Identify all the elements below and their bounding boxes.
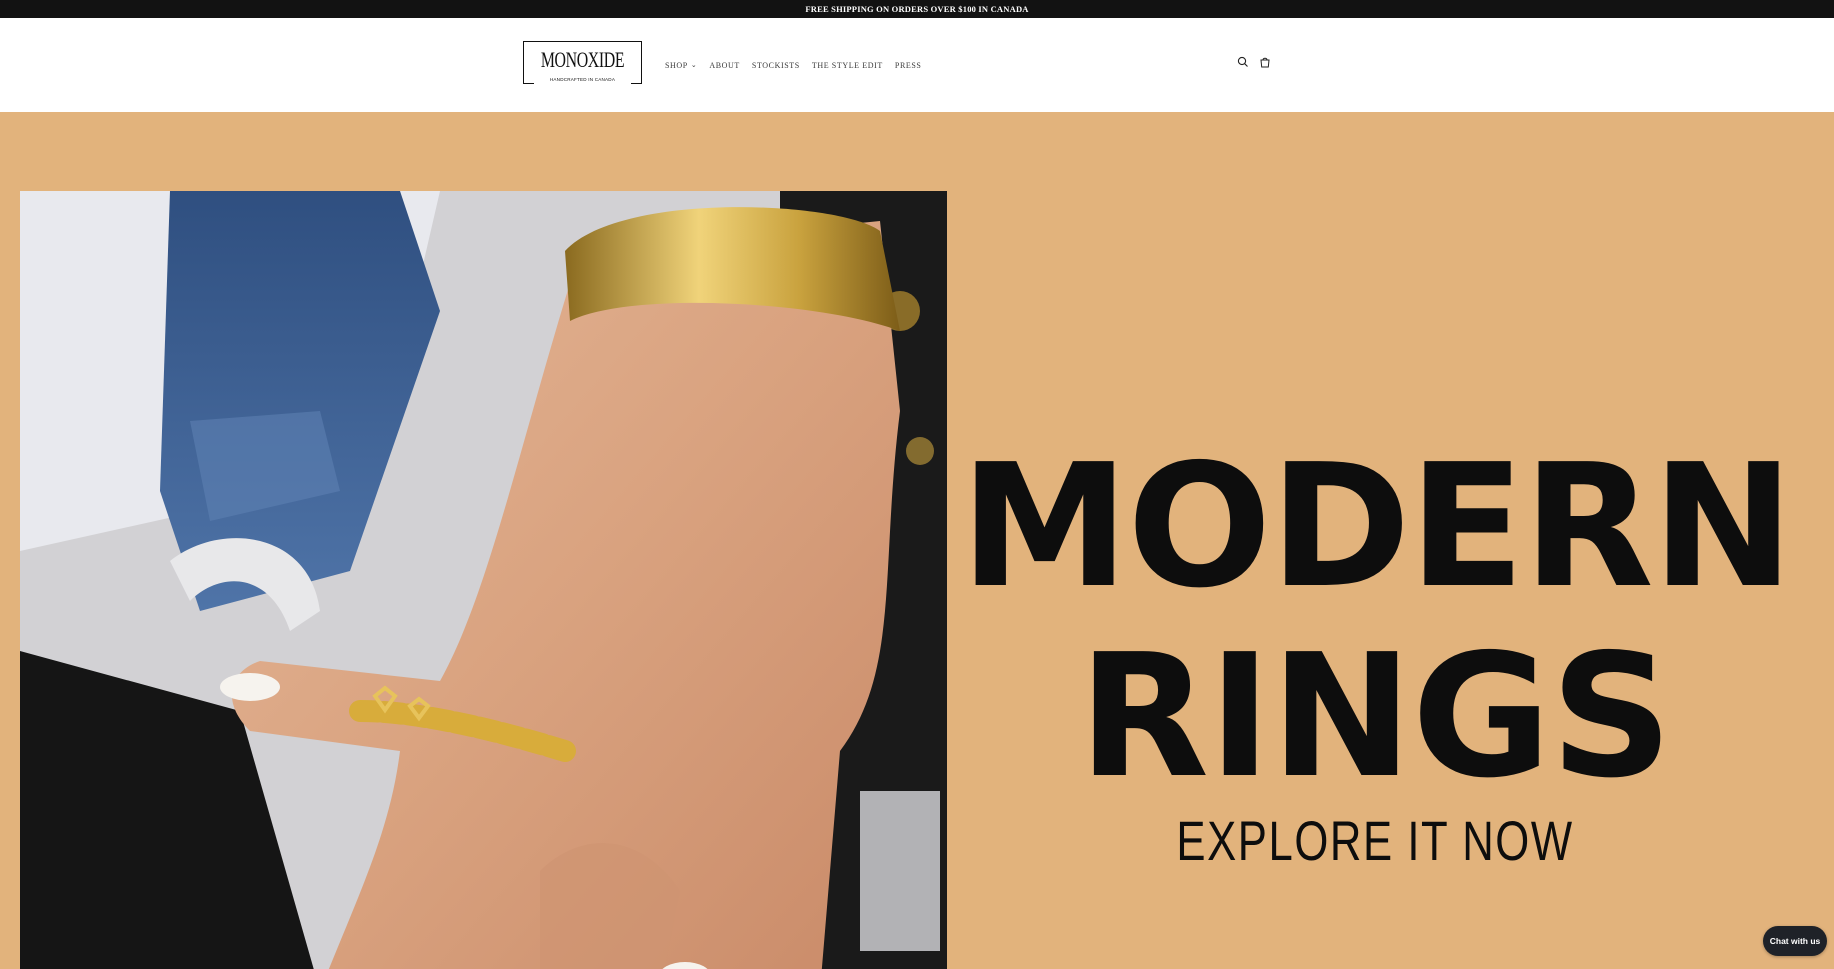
logo-wordmark: MONOXIDE xyxy=(540,47,625,72)
hero-image xyxy=(20,191,947,969)
search-icon[interactable] xyxy=(1236,55,1250,69)
hero-cta[interactable]: EXPLORE IT NOW xyxy=(1098,808,1652,873)
hero-heading-line1: MODERN xyxy=(960,428,1794,626)
cart-icon[interactable] xyxy=(1258,55,1272,69)
nav-item-style-edit[interactable]: THE STYLE EDIT xyxy=(812,61,883,70)
nav-item-shop-label: SHOP xyxy=(665,60,688,70)
hero-heading-line2: RINGS xyxy=(1078,618,1672,816)
chevron-down-icon: ⌄ xyxy=(690,60,698,69)
chat-button[interactable]: Chat with us xyxy=(1763,926,1827,956)
announcement-bar: FREE SHIPPING ON ORDERS OVER $100 IN CAN… xyxy=(0,0,1834,18)
site-header: MONOXIDE HANDCRAFTED IN CANADA SHOP ⌄ ABO… xyxy=(0,18,1834,112)
nav-item-shop[interactable]: SHOP ⌄ xyxy=(665,61,697,70)
nav-item-about[interactable]: ABOUT xyxy=(709,61,740,70)
main-nav: SHOP ⌄ ABOUT STOCKISTS THE STYLE EDIT PRE… xyxy=(665,18,933,112)
nav-item-stockists[interactable]: STOCKISTS xyxy=(752,61,800,70)
announcement-text: FREE SHIPPING ON ORDERS OVER $100 IN CAN… xyxy=(805,4,1029,14)
logo-tagline: HANDCRAFTED IN CANADA xyxy=(534,75,631,84)
brand-logo[interactable]: MONOXIDE HANDCRAFTED IN CANADA xyxy=(523,41,642,84)
nav-item-press[interactable]: PRESS xyxy=(895,61,922,70)
